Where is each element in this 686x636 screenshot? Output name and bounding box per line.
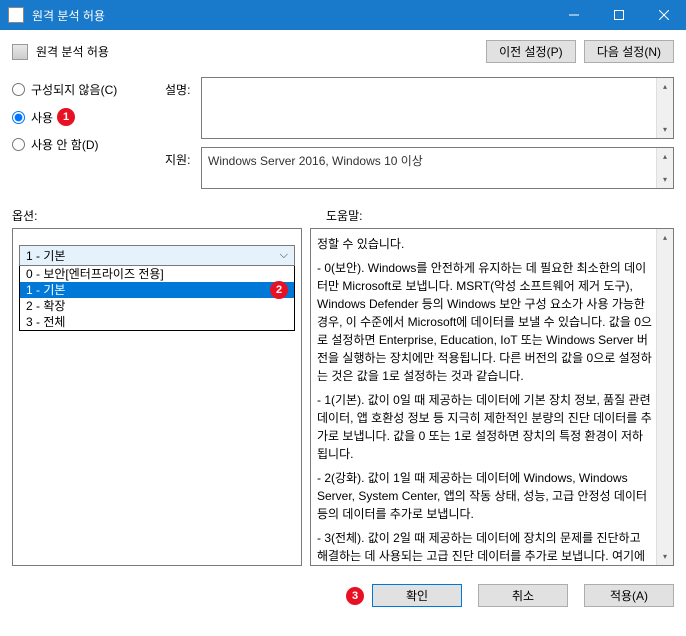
listbox-item-enhanced[interactable]: 2 - 확장 <box>20 298 294 314</box>
annotation-badge-1: 1 <box>57 108 75 126</box>
support-label: 지원: <box>165 147 201 189</box>
apply-button[interactable]: 적용(A) <box>584 584 674 607</box>
radio-disabled-input[interactable] <box>12 138 25 151</box>
radio-enabled[interactable]: 사용 1 <box>12 108 157 126</box>
header-row: 원격 분석 허용 이전 설정(P) 다음 설정(N) <box>12 40 674 63</box>
titlebar: 원격 분석 허용 <box>0 0 686 30</box>
help-text: - 3(전체). 값이 2일 때 제공하는 데이터에 장치의 문제를 진단하고 … <box>317 529 653 566</box>
footer-buttons: 3 확인 취소 적용(A) <box>0 576 686 615</box>
listbox-item-full[interactable]: 3 - 전체 <box>20 314 294 330</box>
radio-enabled-label: 사용 <box>31 109 53 126</box>
radio-not-configured[interactable]: 구성되지 않음(C) <box>12 81 157 98</box>
telemetry-level-combo[interactable]: 1 - 기본 <box>19 245 295 266</box>
scroll-up-icon[interactable]: ▴ <box>657 229 674 246</box>
annotation-badge-2: 2 <box>270 281 288 299</box>
help-text: - 2(강화). 값이 1일 때 제공하는 데이터에 Windows, Wind… <box>317 469 653 523</box>
options-label: 옵션: <box>12 207 326 224</box>
listbox-item-basic[interactable]: 1 - 기본 2 <box>20 282 294 298</box>
scroll-up-icon[interactable]: ▴ <box>657 148 674 165</box>
help-text: 정할 수 있습니다. <box>317 235 653 253</box>
policy-icon <box>12 44 28 60</box>
description-label: 설명: <box>165 77 201 139</box>
close-button[interactable] <box>641 0 686 30</box>
app-icon <box>8 7 24 23</box>
combo-selected-value: 1 - 기본 <box>26 247 65 264</box>
radio-not-configured-label: 구성되지 않음(C) <box>31 81 117 98</box>
help-text: - 1(기본). 값이 0일 때 제공하는 데이터에 기본 장치 정보, 품질 … <box>317 391 653 463</box>
support-field: Windows Server 2016, Windows 10 이상 ▴ ▾ <box>201 147 674 189</box>
cancel-button[interactable]: 취소 <box>478 584 568 607</box>
policy-title: 원격 분석 허용 <box>36 43 486 60</box>
scroll-down-icon[interactable]: ▾ <box>657 121 674 138</box>
annotation-badge-3: 3 <box>346 587 364 605</box>
maximize-button[interactable] <box>596 0 641 30</box>
support-text: Windows Server 2016, Windows 10 이상 <box>208 154 423 168</box>
scrollbar[interactable]: ▴ ▾ <box>656 229 673 565</box>
help-panel: 정할 수 있습니다. - 0(보안). Windows를 안전하게 유지하는 데… <box>310 228 674 566</box>
listbox-item-security[interactable]: 0 - 보안[엔터프라이즈 전용] <box>20 266 294 282</box>
help-text: - 0(보안). Windows를 안전하게 유지하는 데 필요한 최소한의 데… <box>317 259 653 385</box>
next-setting-button[interactable]: 다음 설정(N) <box>584 40 674 63</box>
scroll-up-icon[interactable]: ▴ <box>657 78 674 95</box>
minimize-button[interactable] <box>551 0 596 30</box>
config-radios: 구성되지 않음(C) 사용 1 사용 안 함(D) <box>12 77 157 197</box>
window-title: 원격 분석 허용 <box>32 7 551 24</box>
radio-not-configured-input[interactable] <box>12 83 25 96</box>
scrollbar[interactable]: ▴ ▾ <box>656 148 673 188</box>
help-label: 도움말: <box>326 207 674 224</box>
options-panel: 1 - 기본 0 - 보안[엔터프라이즈 전용] 1 - 기본 2 2 - 확장… <box>12 228 302 566</box>
prev-setting-button[interactable]: 이전 설정(P) <box>486 40 576 63</box>
telemetry-level-listbox[interactable]: 0 - 보안[엔터프라이즈 전용] 1 - 기본 2 2 - 확장 3 - 전체 <box>19 266 295 331</box>
radio-disabled-label: 사용 안 함(D) <box>31 136 99 153</box>
radio-disabled[interactable]: 사용 안 함(D) <box>12 136 157 153</box>
description-field[interactable]: ▴ ▾ <box>201 77 674 139</box>
radio-enabled-input[interactable] <box>12 111 25 124</box>
listbox-item-basic-label: 1 - 기본 <box>26 283 65 297</box>
scrollbar[interactable]: ▴ ▾ <box>656 78 673 138</box>
scroll-down-icon[interactable]: ▾ <box>657 548 674 565</box>
scroll-down-icon[interactable]: ▾ <box>657 171 674 188</box>
ok-button[interactable]: 확인 <box>372 584 462 607</box>
